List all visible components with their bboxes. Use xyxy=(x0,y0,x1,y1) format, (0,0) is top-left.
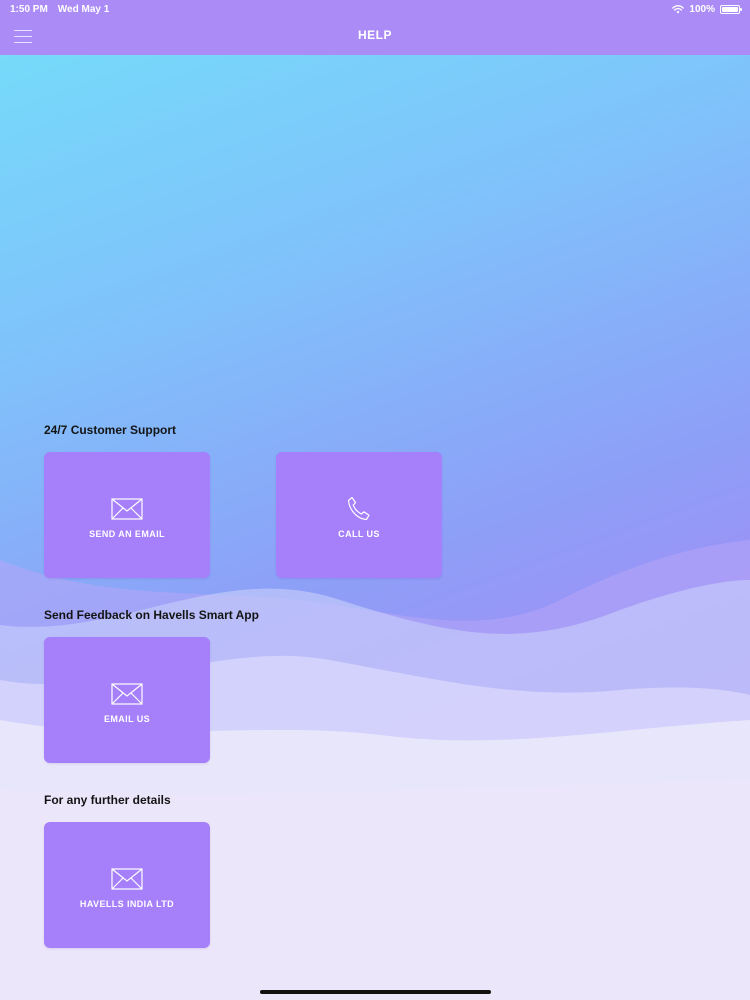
page-title: HELP xyxy=(357,28,392,42)
email-us-button[interactable]: EMAIL US xyxy=(44,637,210,763)
envelope-icon xyxy=(111,682,143,705)
envelope-icon xyxy=(111,867,143,890)
section-title-customer-support: 24/7 Customer Support xyxy=(44,423,177,437)
phone-icon xyxy=(347,496,370,520)
battery-percent: 100% xyxy=(689,3,715,15)
havells-india-button[interactable]: HAVELLS INDIA LTD xyxy=(44,822,210,948)
battery-icon xyxy=(720,4,742,14)
status-time: 1:50 PM xyxy=(10,3,48,15)
wifi-icon xyxy=(672,4,685,13)
send-email-label: SEND AN EMAIL xyxy=(89,528,165,539)
envelope-icon xyxy=(111,497,143,520)
section-title-feedback: Send Feedback on Havells Smart App xyxy=(44,608,259,622)
home-indicator[interactable] xyxy=(260,990,491,994)
email-us-label: EMAIL US xyxy=(103,713,151,724)
send-email-button[interactable]: SEND AN EMAIL xyxy=(44,452,210,578)
call-us-button[interactable]: CALL US xyxy=(276,452,442,578)
havells-india-label: HAVELLS INDIA LTD xyxy=(79,898,175,909)
section-title-further-details: For any further details xyxy=(44,793,171,807)
status-bar: 1:50 PM Wed May 1 100% xyxy=(0,0,750,18)
status-date: Wed May 1 xyxy=(57,3,110,15)
call-us-label: CALL US xyxy=(338,528,380,539)
